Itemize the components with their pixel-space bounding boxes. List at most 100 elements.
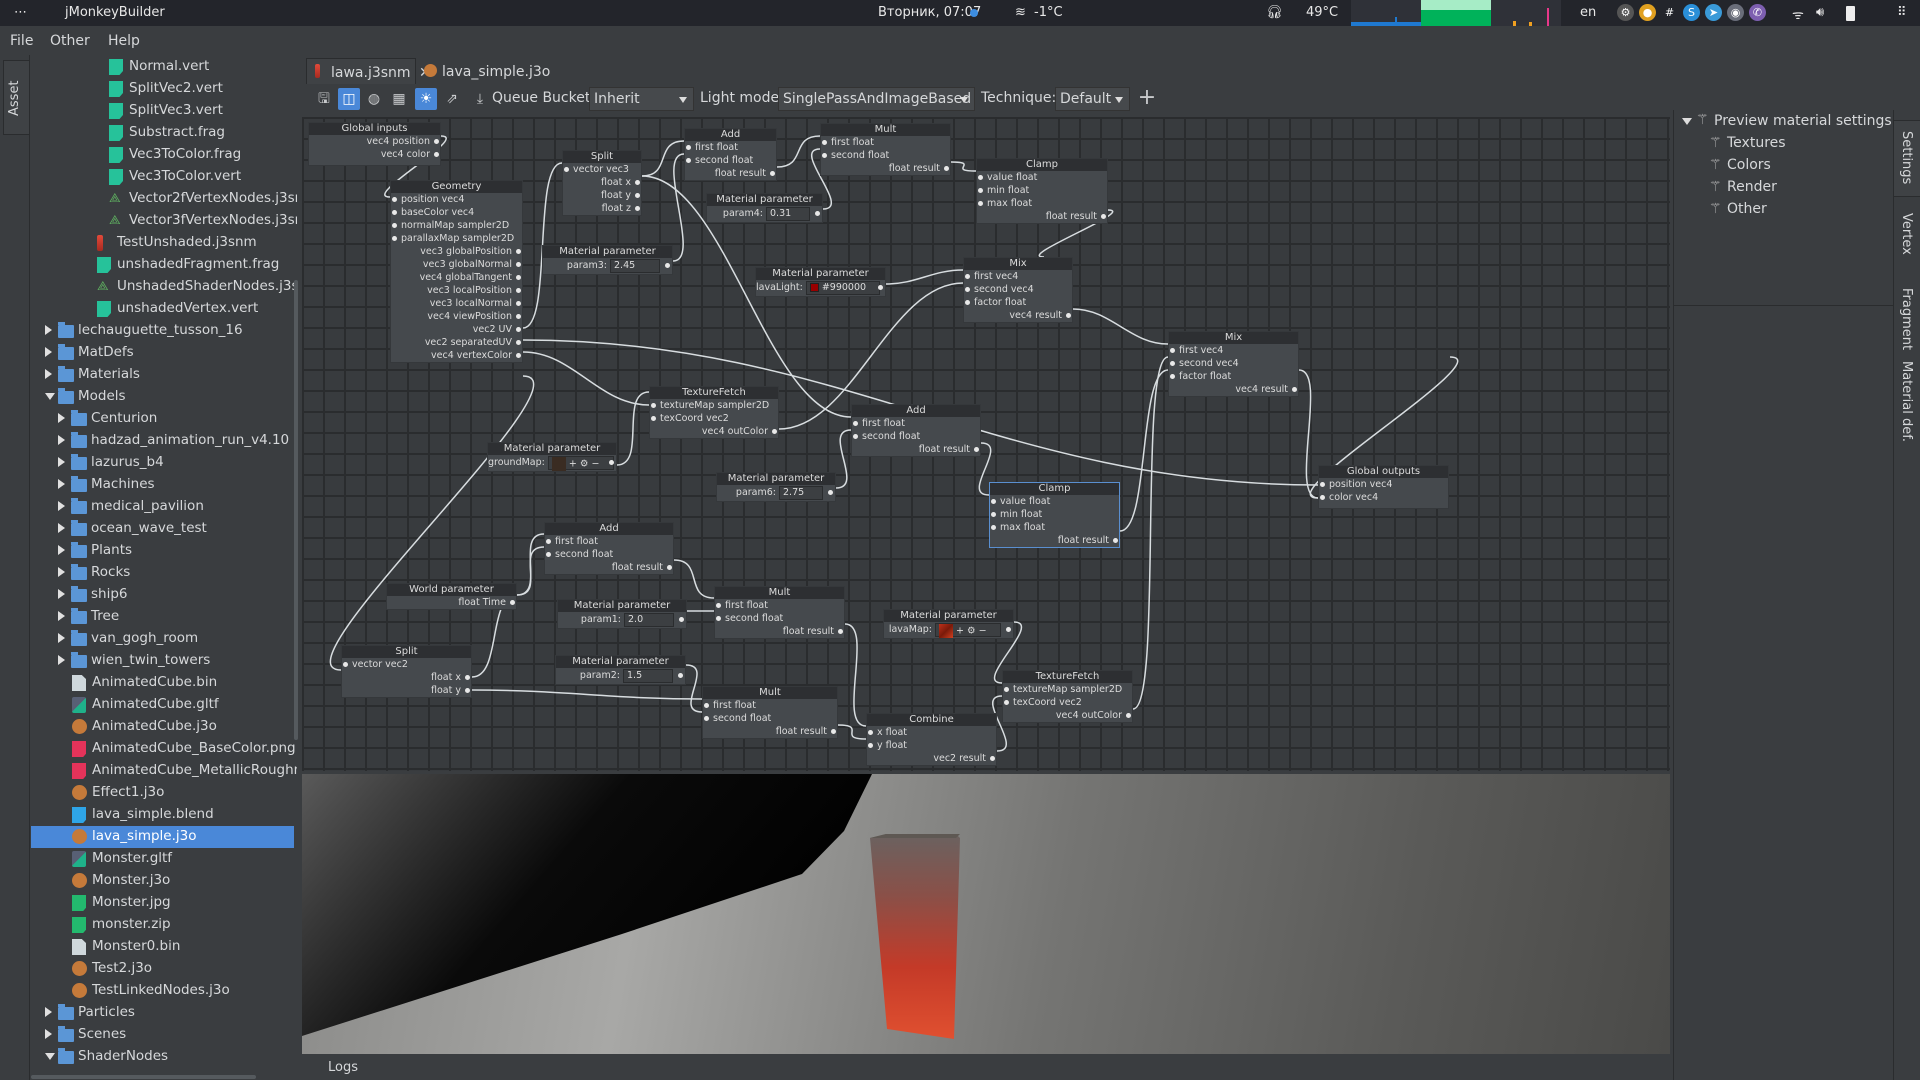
node-add-low[interactable]: Add first float second float float resul…: [544, 522, 674, 575]
activities-menu-icon[interactable]: ⋯: [14, 5, 27, 20]
tree-file[interactable]: Substract.frag: [31, 122, 294, 144]
tree-item-preview-material-settings[interactable]: Preview material settings: [1714, 113, 1892, 129]
output-port[interactable]: vec4 color: [309, 148, 440, 161]
node-world-parameter[interactable]: World parameter float Time: [386, 583, 517, 610]
tree-file[interactable]: Monster.gltf: [31, 848, 294, 870]
output-port[interactable]: vec4 outColor: [650, 425, 778, 438]
node-clamp-top[interactable]: Clamp value float min float max float fl…: [976, 158, 1108, 224]
grid-icon[interactable]: ▦: [388, 88, 410, 110]
tree-file[interactable]: Monster0.bin: [31, 936, 294, 958]
expand-arrow-down-icon[interactable]: [45, 393, 55, 400]
node-connection-wire[interactable]: [522, 351, 650, 406]
tree-folder[interactable]: ShaderNodes: [31, 1046, 294, 1068]
expand-arrow-right-icon[interactable]: [45, 347, 52, 357]
input-port[interactable]: first float: [703, 699, 837, 712]
tree-file[interactable]: Effect1.j3o: [31, 782, 294, 804]
node-connection-wire[interactable]: [844, 623, 867, 727]
expand-arrow-right-icon[interactable]: [58, 523, 65, 533]
tree-file[interactable]: lava_simple.blend: [31, 804, 294, 826]
param6-input[interactable]: 2.75: [779, 485, 823, 500]
tree-file[interactable]: unshadedVertex.vert: [31, 298, 294, 320]
viber-icon[interactable]: ✆: [1749, 4, 1766, 21]
expand-arrow-right-icon[interactable]: [45, 369, 52, 379]
tab-lava-simple-j3o[interactable]: lava_simple.j3o: [418, 58, 558, 84]
input-port[interactable]: second float: [545, 548, 673, 561]
output-port[interactable]: vec3 globalNormal: [391, 258, 522, 271]
add-node-icon[interactable]: +: [1136, 87, 1158, 110]
output-port[interactable]: float y: [342, 684, 471, 697]
input-port[interactable]: normalMap sampler2D: [391, 219, 522, 232]
node-split-vec2[interactable]: Split vector vec2 float x float y: [341, 645, 472, 698]
node-mult-bottom[interactable]: Mult first float second float float resu…: [702, 686, 838, 739]
tree-folder[interactable]: lechauguette_tusson_16: [31, 320, 294, 342]
node-connection-wire[interactable]: [1132, 356, 1169, 710]
output-port[interactable]: vec4 globalTangent: [391, 271, 522, 284]
output-port[interactable]: vec4 position: [309, 135, 440, 148]
input-port[interactable]: first float: [545, 535, 673, 548]
tree-folder[interactable]: ocean_wave_test: [31, 518, 294, 540]
node-connection-wire[interactable]: [672, 153, 685, 262]
input-port[interactable]: y float: [867, 739, 996, 752]
input-port[interactable]: position vec4: [391, 193, 522, 206]
node-clamp-mid[interactable]: Clamp value float min float max float fl…: [989, 482, 1120, 548]
import-icon[interactable]: ⤓: [469, 88, 491, 110]
output-port[interactable]: float x: [563, 176, 641, 189]
globe-icon[interactable]: ◍: [363, 88, 385, 110]
tree-file[interactable]: Vec3ToColor.vert: [31, 166, 294, 188]
node-mult-top[interactable]: Mult first float second float float resu…: [820, 123, 951, 176]
input-port[interactable]: texCoord vec2: [650, 412, 778, 425]
tab-logs[interactable]: Logs: [328, 1060, 358, 1075]
node-geometry[interactable]: Geometry position vec4 baseColor vec4 no…: [390, 180, 523, 363]
tab-material-def[interactable]: Material def.: [1894, 353, 1920, 442]
input-port[interactable]: baseColor vec4: [391, 206, 522, 219]
tree-folder[interactable]: Centurion: [31, 408, 294, 430]
expand-arrow-right-icon[interactable]: [45, 325, 52, 335]
node-ground-map[interactable]: Material parameter groundMap: + ⚙ −: [487, 442, 617, 472]
node-connection-wire[interactable]: [837, 724, 867, 740]
node-mix-top[interactable]: Mix first vec4 second vec4 factor float …: [963, 257, 1073, 323]
output-port[interactable]: vec2 result: [867, 752, 996, 765]
expand-arrow-right-icon[interactable]: [58, 611, 65, 621]
param2-input[interactable]: 1.5: [623, 668, 673, 683]
output-port[interactable]: float z: [563, 202, 641, 215]
tree-folder[interactable]: MatDefs: [31, 342, 294, 364]
volume-icon[interactable]: 🔊︎: [1816, 5, 1824, 20]
gear-icon[interactable]: ⚙: [967, 625, 976, 636]
tree-folder[interactable]: Particles: [31, 1002, 294, 1024]
tree-folder[interactable]: Rocks: [31, 562, 294, 584]
remove-texture-icon[interactable]: −: [979, 625, 987, 636]
ground-map-texture-field[interactable]: + ⚙ −: [547, 455, 614, 471]
node-connection-wire[interactable]: [950, 161, 977, 172]
output-port[interactable]: float result: [545, 561, 673, 574]
tree-file[interactable]: TestLinkedNodes.j3o: [31, 980, 294, 1002]
tree-folder[interactable]: lazurus_b4: [31, 452, 294, 474]
discord-icon[interactable]: ◉: [1727, 4, 1744, 21]
node-texture-fetch-ground[interactable]: TextureFetch textureMap sampler2D texCoo…: [649, 386, 779, 439]
expand-arrow-right-icon[interactable]: [58, 633, 65, 643]
output-port[interactable]: vec4 result: [964, 309, 1072, 322]
asset-tree[interactable]: Normal.vert SplitVec2.vert SplitVec3.vert S…: [31, 56, 297, 1072]
node-mult-low[interactable]: Mult first float second float float resu…: [714, 586, 845, 639]
input-port[interactable]: max float: [977, 197, 1107, 210]
node-connection-wire[interactable]: [685, 664, 703, 713]
param1-input[interactable]: 2.0: [624, 612, 674, 627]
input-port[interactable]: vector vec2: [342, 658, 471, 671]
node-combine[interactable]: Combine x float y float vec2 result: [866, 713, 997, 766]
node-connection-wire[interactable]: [673, 559, 715, 599]
tree-file[interactable]: AnimatedCube_BaseColor.png: [31, 738, 296, 760]
node-split-vec3[interactable]: Split vector vec3 float x float y float …: [562, 150, 642, 216]
save-icon[interactable]: 🖫: [313, 88, 335, 110]
node-param6[interactable]: Material parameter param6: 2.75: [716, 472, 836, 502]
input-port[interactable]: first float: [715, 599, 844, 612]
tree-folder[interactable]: ship6: [31, 584, 294, 606]
output-port[interactable]: vec4 outColor: [1003, 709, 1132, 722]
input-port[interactable]: second vec4: [1169, 357, 1298, 370]
output-port[interactable]: float result: [685, 167, 776, 180]
lava-map-texture-field[interactable]: + ⚙ −: [935, 622, 1001, 638]
battery-icon[interactable]: [1846, 6, 1855, 21]
node-param3[interactable]: Material parameter param3: 2.45: [542, 245, 673, 275]
tree-file[interactable]: ⟁ UnshadedShaderNodes.j3sr: [31, 276, 297, 298]
asset-tree-horizontal-scrollbar[interactable]: [31, 1075, 256, 1079]
param4-input[interactable]: 0.31: [766, 206, 810, 221]
tab-settings[interactable]: Settings: [1894, 120, 1920, 197]
